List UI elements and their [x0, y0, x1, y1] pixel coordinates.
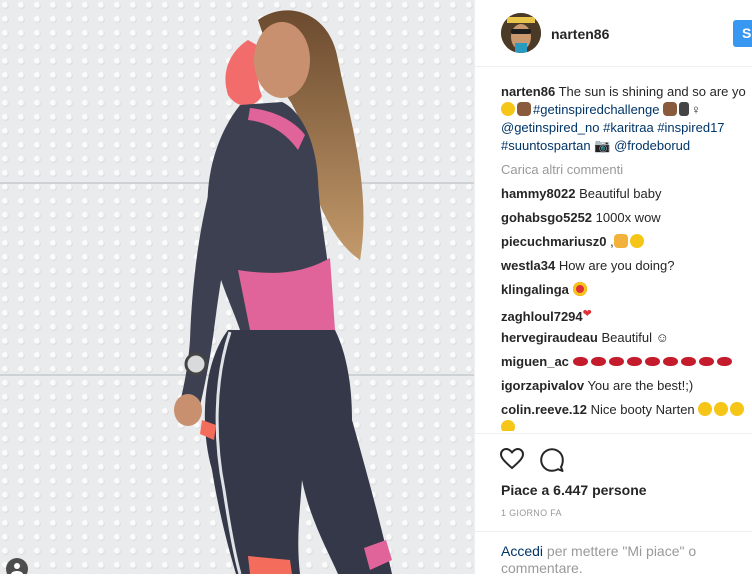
comment-continuation: [501, 419, 752, 431]
comment-text: Beautiful baby: [575, 186, 662, 201]
blush-emoji-icon: [714, 402, 729, 416]
divider: [475, 531, 752, 532]
heart-icon[interactable]: [500, 448, 524, 470]
post-actions: Piace a 6.447 persone 1 GIORNO FA Accedi…: [475, 433, 752, 577]
follow-button[interactable]: Se: [733, 20, 752, 47]
comment-username[interactable]: gohabsgo5252: [501, 210, 592, 225]
comment-text: Nice booty Narten: [587, 402, 699, 417]
comment-username[interactable]: hammy8022: [501, 186, 575, 201]
lips-emoji-icon: [608, 357, 624, 366]
comment-text: Beautiful ☺: [597, 330, 669, 345]
caption-text: The sun is shining and so are yo: [555, 84, 746, 99]
comment-text: You are the best!;): [584, 378, 694, 393]
lips-emoji-icon: [698, 357, 714, 366]
post-side-panel: narten86 Se narten86 The sun is shining …: [474, 0, 752, 577]
lips-emoji-icon: [626, 357, 642, 366]
hashtag[interactable]: #karitraa: [603, 120, 654, 135]
login-prompt: Accedi per mettere "Mi piace" o commenta…: [501, 543, 721, 577]
login-link[interactable]: Accedi: [501, 543, 543, 559]
comment-item: hervegiraudeau Beautiful ☺: [501, 329, 752, 353]
runner-emoji-icon: [679, 102, 690, 116]
clap-emoji-icon: [517, 102, 531, 116]
mention[interactable]: @getinspired_no: [501, 120, 599, 135]
comment-username[interactable]: igorzapivalov: [501, 378, 584, 393]
comment-item: klingalinga: [501, 281, 752, 305]
fist-emoji-icon: [663, 102, 678, 116]
photo-image: [0, 0, 474, 574]
avatar[interactable]: [501, 13, 541, 53]
post-header: narten86 Se: [475, 0, 752, 67]
post-photo[interactable]: [0, 0, 474, 574]
comment-item: piecuchmariusz0 ,: [501, 233, 752, 257]
comment-username[interactable]: miguen_ac: [501, 354, 569, 369]
load-more-comments[interactable]: Carica altri commenti: [501, 161, 752, 185]
tag-icon[interactable]: [6, 558, 28, 574]
comment-text: [569, 282, 573, 297]
blush-emoji-icon: [501, 420, 515, 431]
likes-count[interactable]: Piace a 6.447 persone: [501, 482, 647, 498]
blush-emoji-icon: [698, 402, 713, 416]
lips-emoji-icon: [680, 357, 696, 366]
header-username[interactable]: narten86: [551, 26, 609, 42]
comment-text: How are you doing?: [555, 258, 675, 273]
comment-item: igorzapivalov You are the best!;): [501, 377, 752, 401]
lips-emoji-icon: [572, 357, 588, 366]
comment-text: ,: [606, 234, 614, 249]
comment-username[interactable]: zaghloul7294: [501, 309, 583, 324]
hashtag[interactable]: #getinspiredchallenge: [533, 102, 659, 117]
hashtag[interactable]: #inspired17: [657, 120, 724, 135]
comment-icon[interactable]: [540, 448, 564, 472]
heart-eyes-emoji-icon: [572, 282, 587, 296]
comment-username[interactable]: klingalinga: [501, 282, 569, 297]
blush-emoji-icon: [730, 402, 745, 416]
sun-emoji-icon: [501, 102, 515, 116]
comment-list: narten86 The sun is shining and so are y…: [501, 83, 752, 431]
lips-emoji-icon: [590, 357, 606, 366]
comment-item: gohabsgo5252 1000x wow: [501, 209, 752, 233]
caption: narten86 The sun is shining and so are y…: [501, 83, 752, 155]
hashtag[interactable]: #suuntospartan: [501, 138, 591, 153]
smile-emoji-icon: [629, 234, 644, 248]
lips-emoji-icon: [662, 357, 678, 366]
comment-username[interactable]: hervegiraudeau: [501, 330, 598, 345]
lips-emoji-icon: [644, 357, 660, 366]
lips-emoji-icon: [716, 357, 732, 366]
comment-item: westla34 How are you doing?: [501, 257, 752, 281]
red-heart-icon: ❤: [582, 308, 592, 320]
comment-username[interactable]: colin.reeve.12: [501, 402, 587, 417]
comment-item: hammy8022 Beautiful baby: [501, 185, 752, 209]
post-timestamp: 1 GIORNO FA: [501, 508, 562, 518]
ok-hand-emoji-icon: [613, 234, 628, 248]
comment-text: 1000x wow: [592, 210, 661, 225]
camera-emoji-icon: 📷: [594, 138, 611, 153]
female-sign-icon: ♀: [691, 102, 701, 117]
comment-username[interactable]: piecuchmariusz0: [501, 234, 607, 249]
comment-item: colin.reeve.12 Nice booty Narten: [501, 401, 752, 419]
comment-username[interactable]: westla34: [501, 258, 555, 273]
mention[interactable]: @frodeborud: [614, 138, 690, 153]
comment-item: zaghloul7294❤: [501, 305, 752, 329]
comment-item: miguen_ac: [501, 353, 752, 377]
caption-username[interactable]: narten86: [501, 84, 555, 99]
